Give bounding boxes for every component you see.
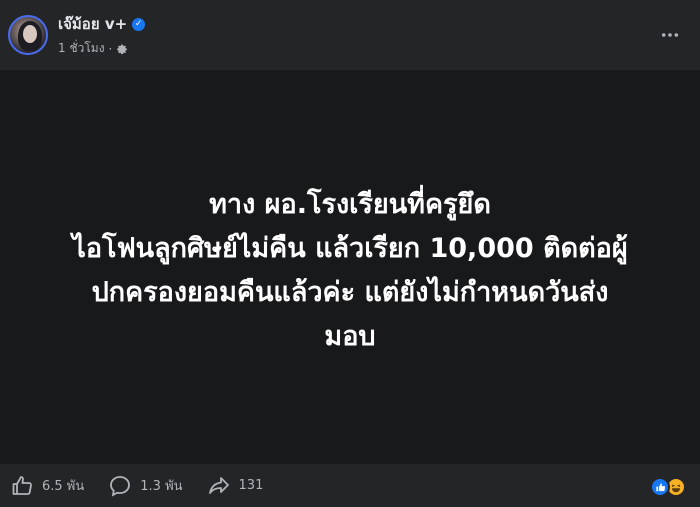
- action-bar: 6.5 พัน 1.3 พัน 131: [0, 464, 700, 507]
- share-arrow-icon: [208, 476, 229, 494]
- more-options-icon[interactable]: [652, 17, 688, 53]
- post-content-card: ทาง ผอ.โรงเรียนที่ครูยึด ไอโฟนลูกศิษย์ไม…: [0, 70, 700, 464]
- post-meta: เจ๊ม้อย v+ ✓ 1 ชั่วโมง ·: [58, 12, 146, 58]
- gear-icon[interactable]: [116, 43, 128, 55]
- author-name[interactable]: เจ๊ม้อย v+: [58, 12, 127, 36]
- post-text-line: มอบ: [324, 321, 376, 352]
- post-text-line: ทาง ผอ.โรงเรียนที่ครูยึด: [209, 189, 491, 220]
- share-button[interactable]: 131: [207, 474, 264, 498]
- post-text-line: ไอโฟนลูกศิษย์ไม่คืน แล้วเรียก 10,000 ติด…: [72, 233, 628, 264]
- facebook-post: เจ๊ม้อย v+ ✓ 1 ชั่วโมง · ทาง ผอ.โรงเรียน…: [0, 0, 700, 507]
- post-header: เจ๊ม้อย v+ ✓ 1 ชั่วโมง ·: [0, 0, 700, 70]
- post-text-line: ปกครองยอมคืนแล้วค่ะ แต่ยังไม่กำหนดวันส่ง: [91, 277, 609, 308]
- post-timestamp[interactable]: 1 ชั่วโมง: [58, 39, 105, 58]
- share-count: 131: [238, 478, 264, 493]
- post-text: ทาง ผอ.โรงเรียนที่ครูยึด ไอโฟนลูกศิษย์ไม…: [20, 175, 680, 359]
- like-reaction-icon: [650, 477, 670, 497]
- like-button[interactable]: 6.5 พัน: [10, 474, 84, 498]
- comment-bubble-icon: [110, 475, 131, 497]
- comment-count: 1.3 พัน: [140, 479, 183, 494]
- author-avatar[interactable]: [8, 15, 48, 55]
- verified-badge-icon: ✓: [132, 17, 146, 31]
- comment-button[interactable]: 1.3 พัน: [108, 474, 183, 498]
- thumbs-up-icon: [12, 475, 32, 495]
- like-count: 6.5 พัน: [42, 479, 85, 494]
- separator-dot: ·: [108, 41, 113, 56]
- reaction-summary[interactable]: [650, 477, 686, 497]
